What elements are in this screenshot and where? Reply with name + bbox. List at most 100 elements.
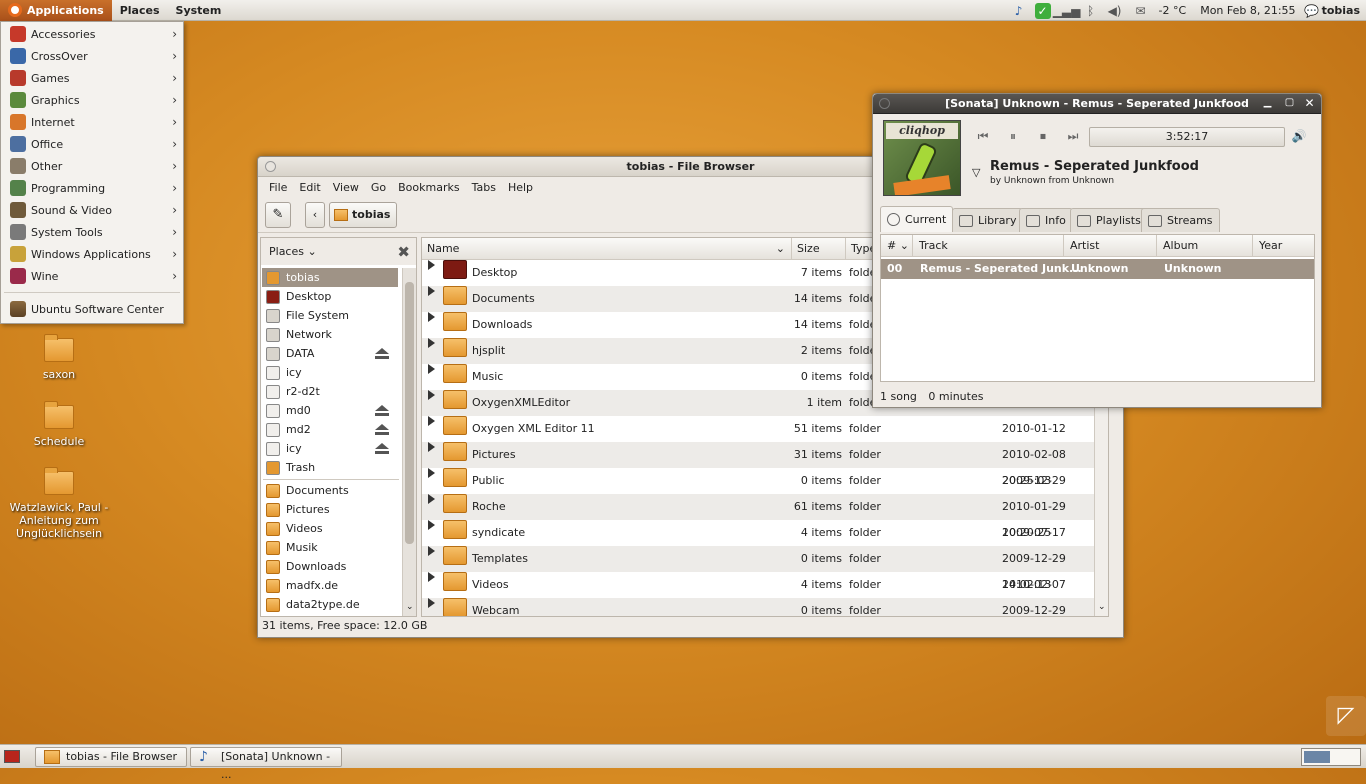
clock[interactable]: Mon Feb 8, 21:55 [1200, 4, 1295, 17]
path-back-button[interactable]: ‹ [305, 201, 325, 228]
expander-icon[interactable] [428, 338, 435, 348]
expander-icon[interactable] [428, 468, 435, 478]
bookmark-musik[interactable]: Musik [262, 538, 398, 557]
window-menu-icon[interactable] [265, 161, 276, 172]
track-progress-bar[interactable]: 3:52:17 [1089, 127, 1285, 147]
file-row[interactable]: Pictures 31 items folder 2010-02-08 20:25:0… [422, 442, 1108, 487]
menu-edit[interactable]: Edit [293, 181, 326, 194]
task-sonata[interactable]: ♪ [Sonata] Unknown - ... [190, 747, 342, 781]
expander-icon[interactable] [428, 572, 435, 582]
desktop-icon-watzlawick[interactable]: Watzlawick, Paul - Anleitung zum Unglück… [9, 467, 109, 540]
menu-tabs[interactable]: Tabs [466, 181, 502, 194]
column-size[interactable]: Size [792, 238, 846, 260]
menu-item-games[interactable]: Games › [1, 67, 183, 89]
system-menu[interactable]: System [168, 0, 230, 21]
expander-icon[interactable] [428, 520, 435, 530]
sonata-titlebar[interactable]: [Sonata] Unknown - Remus - Seperated Jun… [873, 94, 1321, 114]
bookmark-videos[interactable]: Videos [262, 519, 398, 538]
file-row[interactable]: Oxygen XML Editor 11 51 items folder 2010-0… [422, 416, 1108, 461]
tab-streams[interactable]: Streams [1141, 208, 1220, 232]
bluetooth-icon[interactable]: ᛒ [1083, 3, 1099, 19]
next-track-button[interactable]: ⏭ [1063, 126, 1083, 146]
previous-track-button[interactable]: ⏮ [973, 126, 993, 146]
menu-item-internet[interactable]: Internet › [1, 111, 183, 133]
bookmark-pictures[interactable]: Pictures [262, 500, 398, 519]
column-name[interactable]: Name ⌄ [422, 238, 792, 260]
place-r2-d2t[interactable]: r2-d2t [262, 382, 398, 401]
expander-icon[interactable] [428, 260, 435, 270]
bookmark-downloads[interactable]: Downloads [262, 557, 398, 576]
maximize-icon[interactable]: ▢ [1282, 97, 1297, 111]
tab-playlists[interactable]: Playlists [1070, 208, 1148, 232]
chat-bubble-icon[interactable]: 💬 [1304, 3, 1320, 19]
menu-item-ubuntu-software-center[interactable]: Ubuntu Software Center [1, 298, 183, 320]
bookmark-documents[interactable]: Documents [262, 481, 398, 500]
expander-icon[interactable] [428, 364, 435, 374]
place-icy[interactable]: icy [262, 363, 398, 382]
weather-temperature[interactable]: -2 °C [1159, 4, 1187, 17]
eject-icon[interactable] [375, 424, 389, 436]
eject-icon[interactable] [375, 348, 389, 360]
menu-item-graphics[interactable]: Graphics › [1, 89, 183, 111]
expander-icon[interactable] [428, 286, 435, 296]
workspace-switcher[interactable] [1301, 748, 1361, 766]
menu-item-system-tools[interactable]: System Tools › [1, 221, 183, 243]
file-row[interactable]: Videos4 itemsfolder2010-02-07 01:48:47 [422, 572, 1108, 616]
column-number[interactable]: # ⌄ [881, 235, 913, 257]
menu-item-sound-video[interactable]: Sound & Video › [1, 199, 183, 221]
signal-strength-icon[interactable]: ▁▃▅ [1053, 3, 1081, 19]
show-desktop-icon[interactable] [4, 750, 20, 763]
applications-menu[interactable]: Applications [0, 0, 112, 21]
places-dropdown[interactable]: Places ⌄ [269, 245, 317, 258]
place-tobias[interactable]: tobias [262, 268, 398, 287]
path-button-tobias[interactable]: tobias [329, 201, 398, 228]
place-trash[interactable]: Trash [262, 458, 398, 477]
place-file-system[interactable]: File System [262, 306, 398, 325]
task-file-browser[interactable]: tobias - File Browser [35, 747, 187, 767]
column-year[interactable]: Year [1253, 235, 1314, 257]
tab-library[interactable]: Library [952, 208, 1024, 232]
volume-icon[interactable]: ◀) [1107, 3, 1123, 19]
bookmark-data2type-de[interactable]: data2type.de [262, 595, 398, 614]
eject-icon[interactable] [375, 443, 389, 455]
expander-icon[interactable] [428, 312, 435, 322]
file-row[interactable]: Public0 itemsfolder2009-12-29 14:02:13 [422, 468, 1108, 513]
places-menu[interactable]: Places [112, 0, 168, 21]
expander-toggle-icon[interactable]: ▽ [972, 166, 980, 179]
menu-item-crossover[interactable]: CrossOver › [1, 45, 183, 67]
desktop-widget-icon[interactable]: ◸ [1326, 696, 1366, 736]
menu-go[interactable]: Go [365, 181, 392, 194]
menu-item-office[interactable]: Office › [1, 133, 183, 155]
expander-icon[interactable] [428, 416, 435, 426]
close-sidebar-icon[interactable]: ✖ [397, 243, 410, 261]
update-check-icon[interactable]: ✓ [1034, 2, 1051, 19]
pause-button[interactable]: ⏸ [1003, 126, 1023, 146]
user-name[interactable]: tobias [1322, 4, 1360, 17]
expander-icon[interactable] [428, 598, 435, 608]
album-art[interactable]: cliqhop [883, 120, 961, 196]
close-icon[interactable]: ✕ [1302, 97, 1317, 111]
menu-item-accessories[interactable]: Accessories › [1, 23, 183, 45]
desktop-icon-saxon[interactable]: saxon [9, 334, 109, 381]
column-artist[interactable]: Artist [1064, 235, 1157, 257]
file-row[interactable]: Webcam 0 items folder 2009-12-29 16:00:49 [422, 598, 1108, 616]
file-row[interactable]: syndicate4 itemsfolder2009-07-17 17:46:4… [422, 520, 1108, 565]
tab-current[interactable]: Current [880, 206, 954, 232]
edit-location-button[interactable]: ✎ [265, 201, 291, 228]
menu-item-windows-applications[interactable]: Windows Applications › [1, 243, 183, 265]
expander-icon[interactable] [428, 390, 435, 400]
place-desktop[interactable]: Desktop [262, 287, 398, 306]
places-scrollbar[interactable]: ⌄ [402, 268, 416, 616]
playlist-row[interactable]: 00 Remus - Seperated Junk... Unknown Unk… [881, 259, 1314, 279]
file-row[interactable]: Templates 0 items folder 2009-12-29 14:02:1… [422, 546, 1108, 591]
mail-icon[interactable]: ✉ [1131, 3, 1151, 19]
place-network[interactable]: Network [262, 325, 398, 344]
window-menu-icon[interactable] [879, 98, 890, 109]
music-note-icon[interactable]: ♪ [1011, 3, 1027, 19]
expander-icon[interactable] [428, 546, 435, 556]
menu-item-programming[interactable]: Programming › [1, 177, 183, 199]
file-row[interactable]: Roche 61 items folder 2010-01-29 10:20:25 [422, 494, 1108, 539]
menu-view[interactable]: View [327, 181, 365, 194]
menu-item-wine[interactable]: Wine › [1, 265, 183, 287]
expander-icon[interactable] [428, 442, 435, 452]
